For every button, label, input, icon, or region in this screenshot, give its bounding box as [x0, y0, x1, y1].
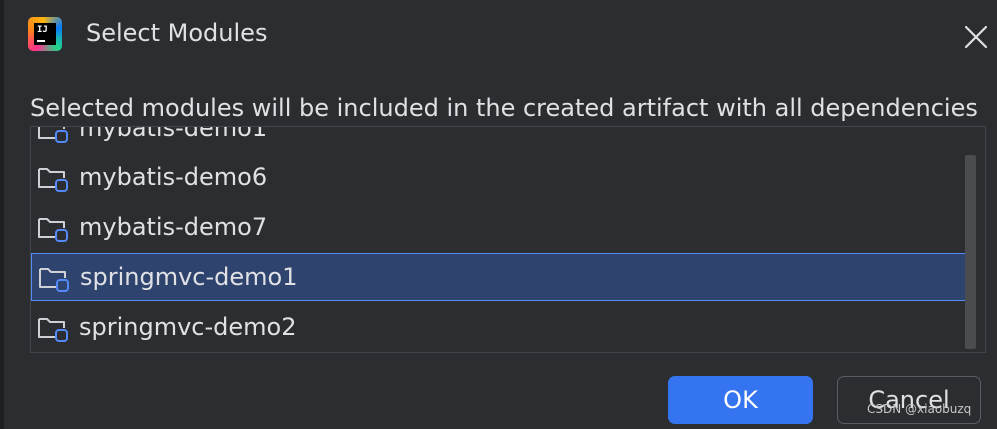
list-item[interactable]: springmvc-demo2	[31, 303, 966, 351]
dialog-description: Selected modules will be included in the…	[30, 94, 978, 122]
list-item-label: springmvc-demo2	[79, 313, 297, 341]
intellij-idea-icon: IJ	[28, 17, 62, 51]
module-folder-icon	[38, 218, 68, 242]
list-item-selected[interactable]: springmvc-demo1	[31, 253, 966, 301]
module-folder-icon	[38, 127, 68, 143]
module-folder-icon	[38, 318, 68, 342]
title-bar: IJ Select Modules	[0, 0, 997, 70]
list-item-label: springmvc-demo1	[80, 263, 298, 291]
list-item[interactable]: mybatis-demo7	[31, 203, 966, 251]
list-scrollbar[interactable]	[965, 155, 976, 349]
module-folder-icon	[38, 168, 68, 192]
module-folder-icon	[39, 268, 69, 292]
list-item-label: mybatis-demo6	[79, 163, 268, 191]
dialog-title: Select Modules	[86, 19, 268, 47]
select-modules-dialog: IJ Select Modules Selected modules will …	[0, 0, 997, 429]
close-icon[interactable]	[961, 22, 991, 52]
cancel-button[interactable]: Cancel	[837, 376, 981, 424]
list-item-label: mybatis-demo1	[79, 126, 268, 142]
ok-button[interactable]: OK	[668, 376, 813, 424]
list-item[interactable]: mybatis-demo6	[31, 153, 966, 201]
module-list[interactable]: mybatis-demo1 mybatis-demo6 mybatis-demo…	[30, 126, 986, 353]
list-item[interactable]: mybatis-demo1	[31, 126, 966, 152]
list-item-label: mybatis-demo7	[79, 213, 268, 241]
watermark: CSDN @xiaobuzq	[867, 402, 972, 416]
